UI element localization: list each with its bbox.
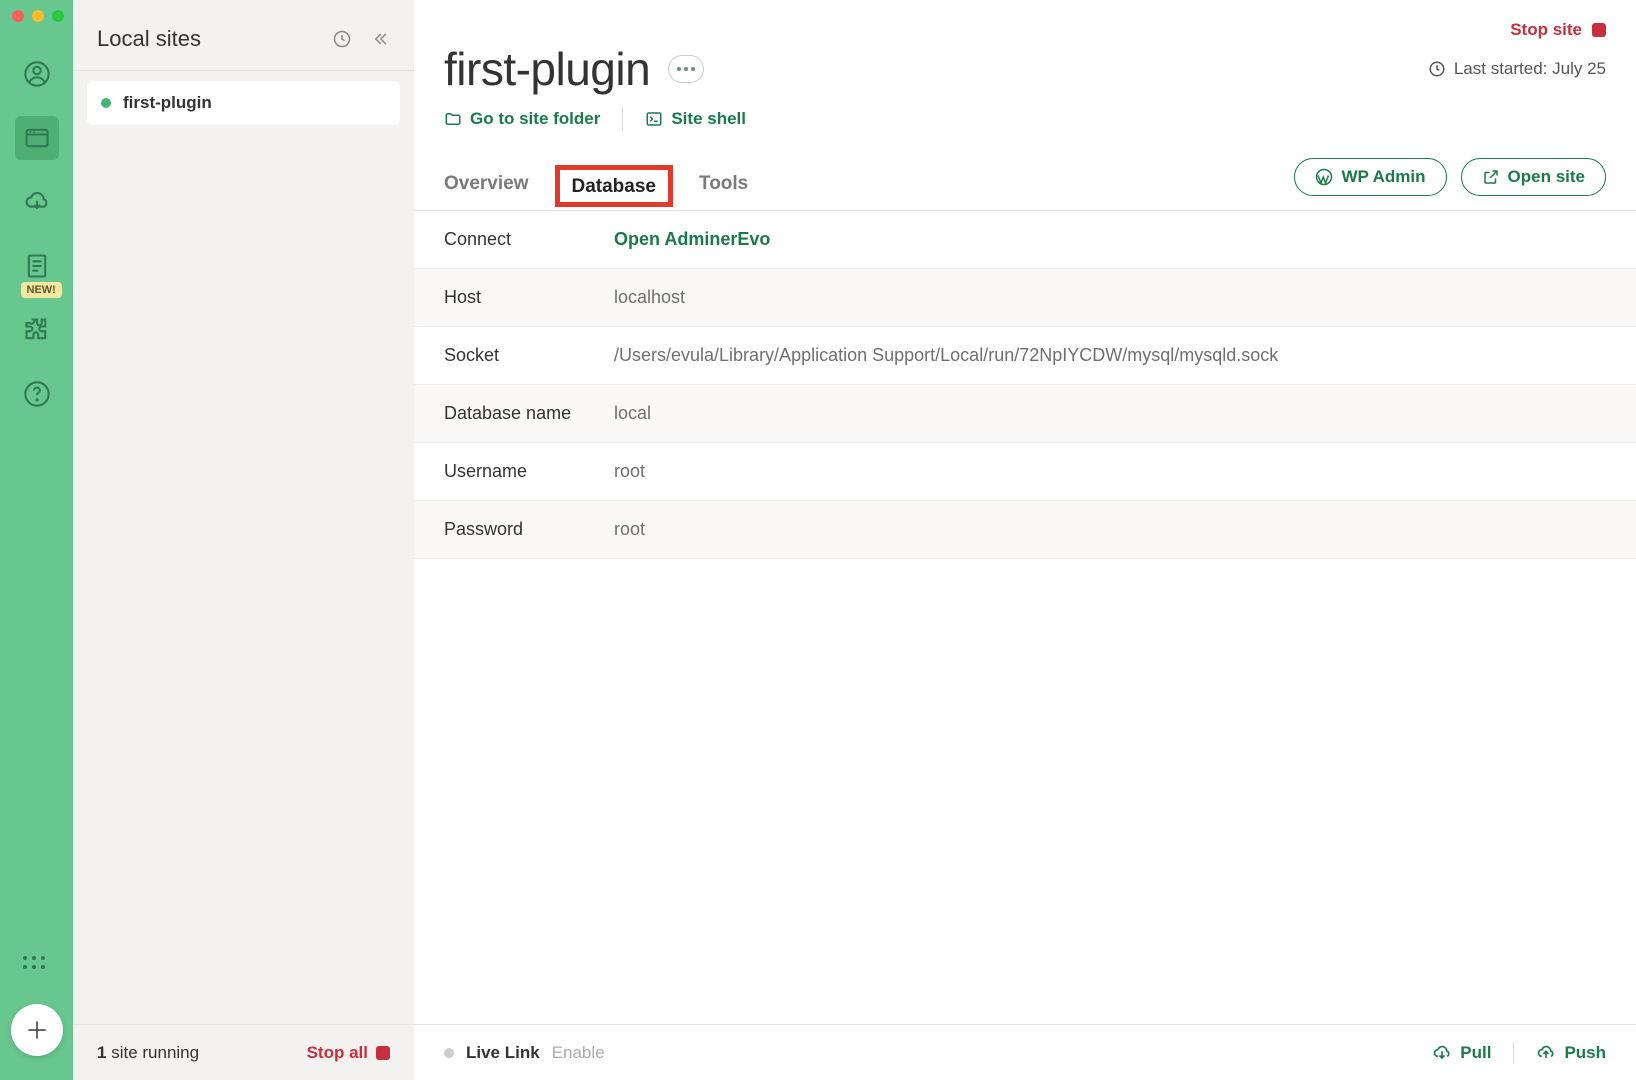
row-label: Password [444, 519, 614, 540]
password-value: root [614, 519, 645, 540]
row-label: Database name [444, 403, 614, 424]
database-name-value: local [614, 403, 651, 424]
separator [622, 108, 623, 130]
sites-running-label: 1 site running [97, 1043, 199, 1063]
nav-blueprints[interactable]: NEW! [15, 244, 59, 288]
stop-icon [1592, 23, 1606, 37]
database-details: ConnectOpen AdminerEvo Hostlocalhost Soc… [414, 211, 1636, 1024]
maximize-window-icon[interactable] [52, 10, 64, 22]
row-label: Socket [444, 345, 614, 366]
collapse-sidebar-icon[interactable] [370, 29, 390, 49]
host-value: localhost [614, 287, 685, 308]
stop-icon [376, 1046, 390, 1060]
cloud-upload-icon [1536, 1043, 1556, 1063]
main-panel: Stop site first-plugin Last started: Jul… [414, 0, 1636, 1080]
terminal-icon [645, 110, 663, 128]
pull-button[interactable]: Pull [1432, 1043, 1491, 1063]
page-title: first-plugin [444, 42, 650, 96]
sidebar-header: Local sites [73, 0, 414, 71]
username-value: root [614, 461, 645, 482]
cloud-download-icon [1432, 1043, 1452, 1063]
socket-value: /Users/evula/Library/Application Support… [614, 345, 1278, 366]
tabs: Overview Database Tools [444, 163, 748, 205]
close-window-icon[interactable] [12, 10, 24, 22]
tab-database[interactable]: Database [555, 165, 674, 207]
separator [1513, 1042, 1514, 1064]
nav-help[interactable] [15, 372, 59, 416]
stop-all-button[interactable]: Stop all [307, 1043, 390, 1063]
site-list: first-plugin [73, 71, 414, 1024]
open-adminerevo-link[interactable]: Open AdminerEvo [614, 229, 770, 250]
last-started-label: Last started: July 25 [1428, 59, 1606, 79]
sidebar-title: Local sites [97, 26, 201, 52]
clock-icon[interactable] [332, 29, 352, 49]
minimize-window-icon[interactable] [32, 10, 44, 22]
enable-live-link-button[interactable]: Enable [552, 1043, 605, 1063]
window-controls[interactable] [12, 10, 64, 22]
tab-overview[interactable]: Overview [444, 163, 529, 205]
open-site-button[interactable]: Open site [1461, 158, 1606, 196]
live-link-section: Live Link Enable [444, 1043, 605, 1063]
row-label: Connect [444, 229, 614, 250]
clock-icon [1428, 60, 1446, 78]
nav-account[interactable] [15, 52, 59, 96]
go-to-site-folder-link[interactable]: Go to site folder [444, 109, 600, 129]
status-running-icon [101, 98, 111, 108]
live-link-label: Live Link [466, 1043, 540, 1063]
tab-tools[interactable]: Tools [699, 163, 748, 205]
site-more-button[interactable] [668, 55, 704, 83]
stop-site-button[interactable]: Stop site [444, 20, 1606, 40]
sidebar-item-first-plugin[interactable]: first-plugin [87, 81, 400, 125]
nav-sites[interactable] [15, 116, 59, 160]
site-shell-link[interactable]: Site shell [645, 109, 746, 129]
nav-rail: NEW! [0, 0, 73, 1080]
wp-admin-button[interactable]: WP Admin [1294, 158, 1446, 196]
push-button[interactable]: Push [1536, 1043, 1606, 1063]
sidebar-footer: 1 site running Stop all [73, 1024, 414, 1080]
add-site-button[interactable] [11, 1004, 63, 1056]
main-footer: Live Link Enable Pull Push [414, 1024, 1636, 1080]
external-link-icon [1482, 168, 1500, 186]
wordpress-icon [1315, 168, 1333, 186]
site-name-label: first-plugin [123, 93, 212, 113]
new-badge: NEW! [21, 282, 62, 298]
folder-icon [444, 110, 462, 128]
row-label: Host [444, 287, 614, 308]
nav-addons[interactable] [15, 308, 59, 352]
sidebar: Local sites first-plugin 1 site running … [73, 0, 414, 1080]
live-link-status-icon [444, 1048, 454, 1058]
nav-apps-grid-icon[interactable] [23, 956, 51, 976]
row-label: Username [444, 461, 614, 482]
nav-cloud[interactable] [15, 180, 59, 224]
